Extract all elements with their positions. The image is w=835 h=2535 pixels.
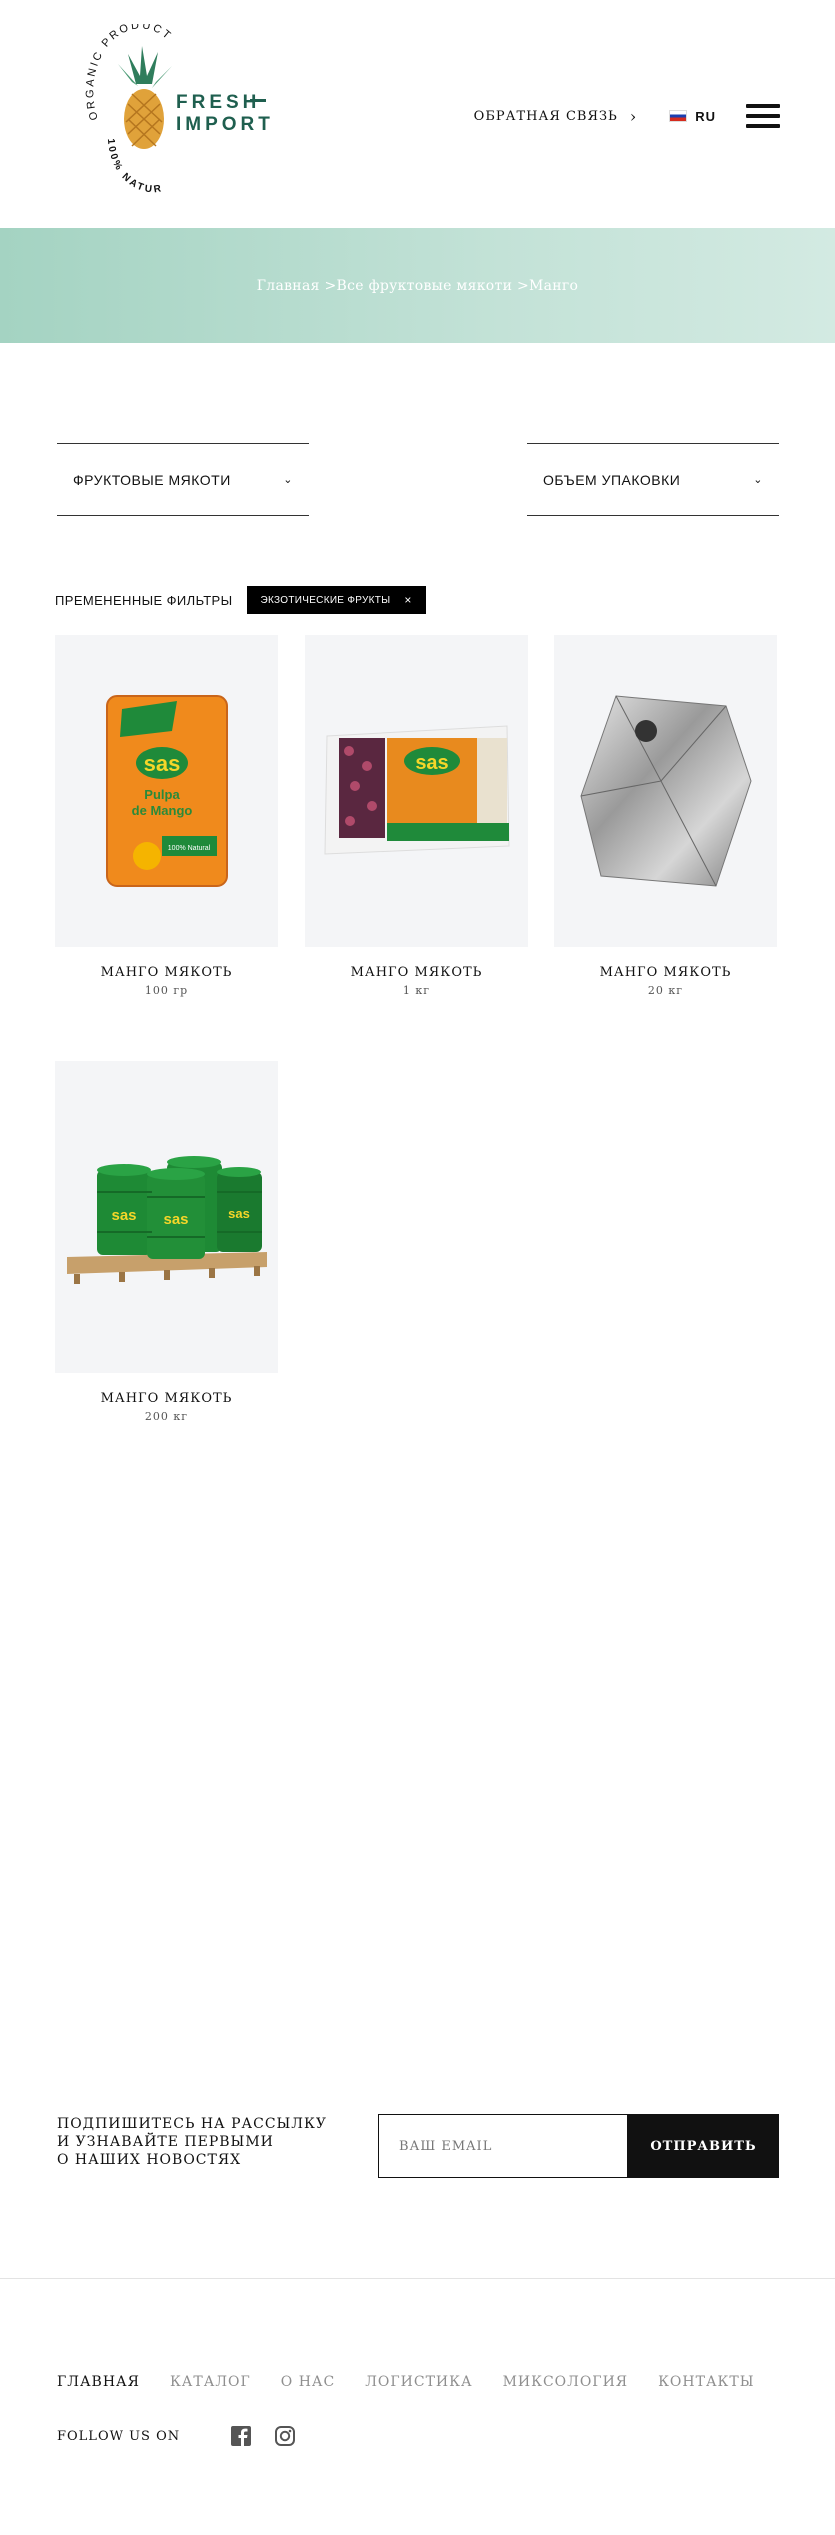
footer-link-contacts[interactable]: КОНТАКТЫ [658,2374,754,2390]
breadcrumb-banner: Главная >Все фруктовые мякоти >Манго [0,228,835,343]
header-actions: ОБРАТНАЯ СВЯЗЬ › RU [474,104,780,128]
applied-filters: ПРЕМЕНЕННЫЕ ФИЛЬТРЫ ЭКЗОТИЧЕСКИЕ ФРУКТЫ … [55,586,426,614]
breadcrumb-separator: > [319,277,337,294]
chevron-right-icon: › [629,106,638,126]
breadcrumb-separator: > [512,277,529,294]
svg-text:de Mango: de Mango [131,803,192,818]
product-image[interactable] [554,635,777,947]
hamburger-menu-icon[interactable] [746,104,780,128]
sas-pack-1kg-image: sas [323,725,510,855]
product-volume: 100 гр [144,984,189,997]
product-card[interactable]: sas sas sas МАНГО МЯКОТЬ 200 кг [55,1061,278,1423]
breadcrumb: Главная >Все фруктовые мякоти >Манго [257,278,579,294]
sas-pouch-small-image: sas Pulpa de Mango 100% Natural [105,695,228,887]
facebook-icon[interactable] [230,2425,252,2447]
footer-link-catalog[interactable]: КАТАЛОГ [170,2374,251,2390]
svg-text:sas: sas [228,1206,250,1221]
product-image[interactable]: sas [305,635,528,947]
follow-label: FOLLOW US ON [57,2428,181,2444]
footer-link-logistics[interactable]: ЛОГИСТИКА [365,2374,472,2390]
language-selector[interactable]: RU [669,109,716,124]
newsletter-text: ПОДПИШИТЕСЬ НА РАССЫЛКУ И УЗНАВАЙТЕ ПЕРВ… [57,2115,327,2169]
sas-drums-pallet-image: sas sas sas [66,1156,267,1284]
product-volume: 1 кг [402,984,431,997]
fresh-import-logo[interactable]: ORGANIC PRODUCT 100% NATURAL FRESH IMPOR… [48,24,288,204]
volume-filter-dropdown[interactable]: ОБЪЕМ УПАКОВКИ ⌄ [527,443,779,516]
breadcrumb-category[interactable]: Все фруктовые мякоти [337,278,513,294]
product-card[interactable]: МАНГО МЯКОТЬ 20 кг [554,635,777,997]
submit-button[interactable]: ОТПРАВИТЬ [628,2114,779,2178]
chevron-down-icon: ⌄ [753,474,763,486]
product-name[interactable]: МАНГО МЯКОТЬ [55,965,278,980]
product-card[interactable]: sas Pulpa de Mango 100% Natural МАНГО МЯ… [55,635,278,997]
language-label: RU [695,108,716,124]
svg-text:sas: sas [415,752,448,774]
close-icon[interactable]: × [404,593,411,607]
pineapple-icon [118,46,172,149]
product-image[interactable]: sas Pulpa de Mango 100% Natural [55,635,278,947]
product-card[interactable]: sas МАНГО МЯКОТЬ 1 кг [305,635,528,997]
breadcrumb-home[interactable]: Главная [257,278,320,294]
newsletter-line: И УЗНАВАЙТЕ ПЕРВЫМИ [57,2134,274,2150]
site-header: ORGANIC PRODUCT 100% NATURAL FRESH IMPOR… [0,0,835,228]
volume-filter-label: ОБЪЕМ УПАКОВКИ [543,471,681,488]
product-name[interactable]: МАНГО МЯКОТЬ [554,965,777,980]
social-links [230,2425,318,2447]
applied-filters-label: ПРЕМЕНЕННЫЕ ФИЛЬТРЫ [55,592,233,608]
newsletter-form: ВАШ EMAIL ОТПРАВИТЬ [378,2114,779,2178]
applied-filter-chip[interactable]: ЭКЗОТИЧЕСКИЕ ФРУКТЫ × [246,586,426,614]
logo-brand-bottom: IMPORT [176,114,274,135]
applied-filter-chip-label: ЭКЗОТИЧЕСКИЕ ФРУКТЫ [260,594,391,606]
product-volume: 20 кг [647,984,684,997]
footer-link-about[interactable]: О НАС [281,2374,335,2390]
svg-text:Pulpa: Pulpa [144,787,180,802]
footer-link-mixology[interactable]: МИКСОЛОГИЯ [503,2374,629,2390]
svg-text:100% Natural: 100% Natural [167,845,210,852]
logo-brand-top: FRESH [176,92,260,113]
category-filter-label: ФРУКТОВЫЕ МЯКОТИ [73,471,231,488]
product-image[interactable]: sas sas sas [55,1061,278,1373]
svg-text:sas: sas [143,751,180,776]
follow-us: FOLLOW US ON [57,2425,318,2447]
feedback-label: ОБРАТНАЯ СВЯЗЬ [473,108,618,124]
product-volume: 200 кг [144,1410,189,1423]
footer-nav: ГЛАВНАЯ КАТАЛОГ О НАС ЛОГИСТИКА МИКСОЛОГ… [57,2374,785,2390]
footer-divider [0,2278,835,2279]
footer-link-home[interactable]: ГЛАВНАЯ [57,2374,140,2390]
breadcrumb-current: Манго [528,277,579,294]
svg-text:sas: sas [111,1207,136,1224]
newsletter-line: О НАШИХ НОВОСТЯХ [57,2152,242,2168]
foil-bag-in-box-image [579,695,752,887]
product-name[interactable]: МАНГО МЯКОТЬ [55,1391,278,1406]
category-filter-dropdown[interactable]: ФРУКТОВЫЕ МЯКОТИ ⌄ [57,443,309,516]
product-name[interactable]: МАНГО МЯКОТЬ [305,965,528,980]
feedback-link[interactable]: ОБРАТНАЯ СВЯЗЬ › [474,107,638,126]
newsletter-line: ПОДПИШИТЕСЬ НА РАССЫЛКУ [57,2116,327,2132]
svg-text:sas: sas [163,1211,188,1228]
chevron-down-icon: ⌄ [283,474,293,486]
email-field[interactable]: ВАШ EMAIL [378,2114,628,2178]
russia-flag-icon [669,110,688,122]
instagram-icon[interactable] [274,2425,296,2447]
